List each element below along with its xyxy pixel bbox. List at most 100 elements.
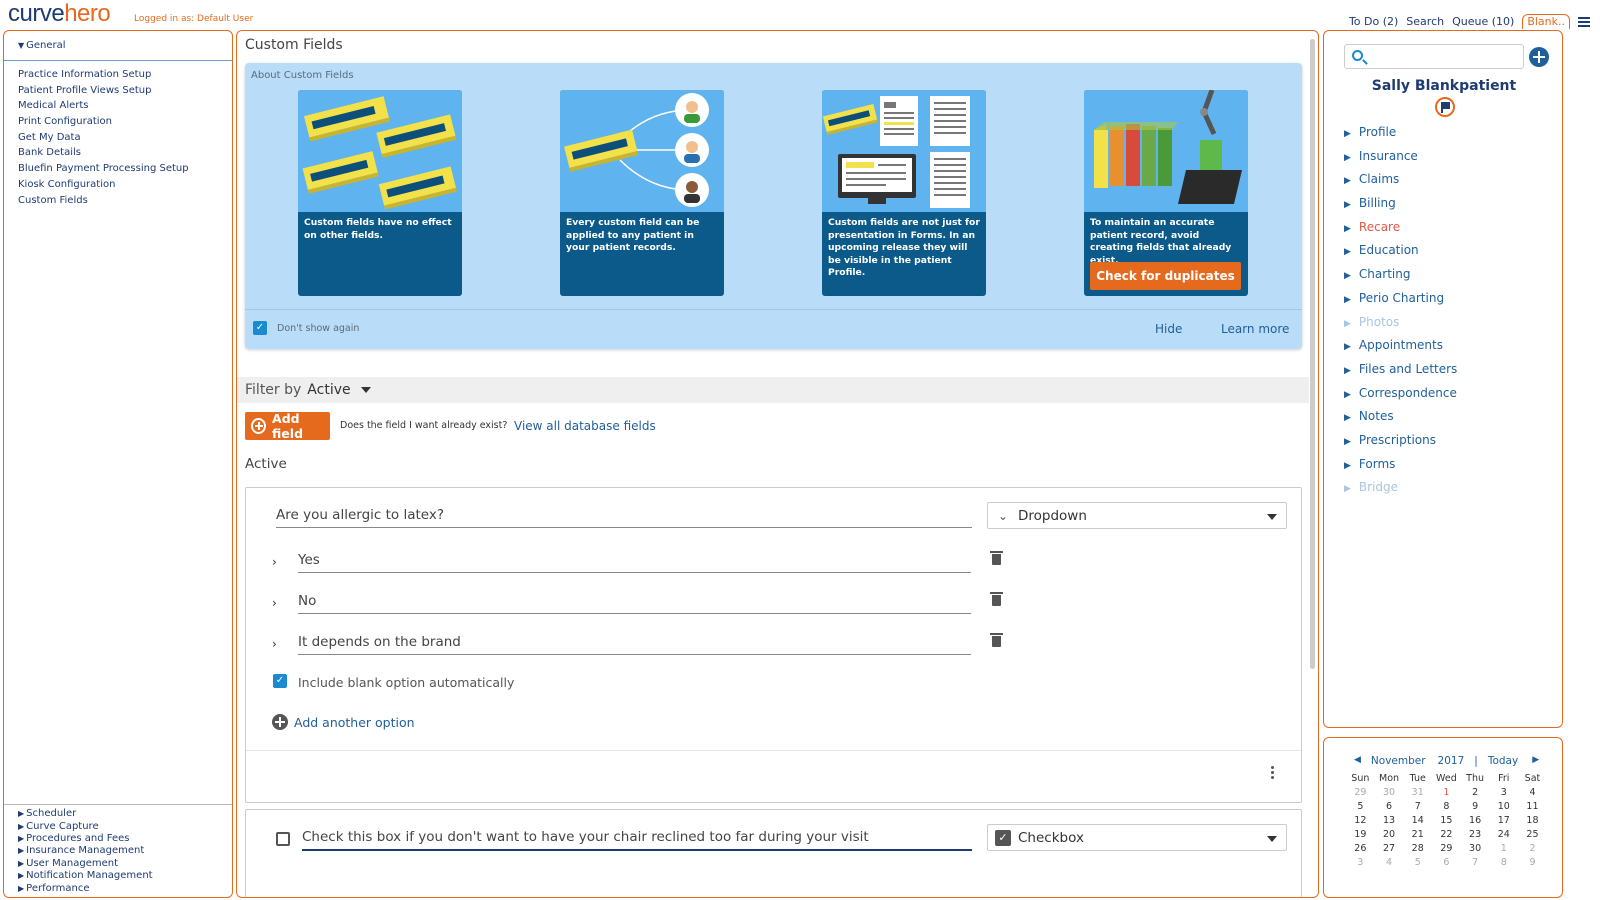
calendar-day[interactable]: 23 <box>1461 829 1490 843</box>
patient-name[interactable]: Sally Blankpatient <box>1324 78 1564 94</box>
patient-nav-item[interactable]: ▶ Forms <box>1344 457 1457 481</box>
calendar-day[interactable]: 8 <box>1489 857 1518 871</box>
chevron-right-icon[interactable]: › <box>272 596 277 610</box>
calendar-day[interactable]: 6 <box>1432 857 1461 871</box>
menu-icon[interactable] <box>1578 16 1590 27</box>
sidebar-section[interactable]: ▶ Notification Management <box>18 870 232 882</box>
learn-more-link[interactable]: Learn more <box>1221 322 1289 336</box>
calendar-day[interactable]: 28 <box>1403 843 1432 857</box>
patient-nav-item[interactable]: ▶ Correspondence <box>1344 386 1457 410</box>
calendar-day[interactable]: 29 <box>1346 787 1375 801</box>
sidebar-item[interactable]: Get My Data <box>18 130 232 146</box>
sidebar-item[interactable]: Bluefin Payment Processing Setup <box>18 161 232 177</box>
patient-nav-item[interactable]: ▶ Appointments <box>1344 338 1457 362</box>
today-link[interactable]: Today <box>1488 755 1518 767</box>
trash-icon[interactable] <box>990 551 1003 565</box>
calendar-day[interactable]: 8 <box>1432 801 1461 815</box>
calendar-day[interactable]: 7 <box>1403 801 1432 815</box>
sidebar-section[interactable]: ▶ User Management <box>18 858 232 870</box>
field-type-select[interactable]: ✓ Checkbox <box>987 824 1287 851</box>
sidebar-section[interactable]: ▶ Scheduler <box>18 808 232 820</box>
hide-link[interactable]: Hide <box>1155 322 1182 336</box>
calendar-day[interactable]: 29 <box>1432 843 1461 857</box>
include-blank-checkbox[interactable]: ✓ <box>273 674 287 688</box>
calendar-day[interactable]: 26 <box>1346 843 1375 857</box>
app-logo[interactable]: curvehero <box>8 0 111 28</box>
calendar-day[interactable]: 1 <box>1432 787 1461 801</box>
patient-nav-item[interactable]: ▶ Profile <box>1344 125 1457 149</box>
next-month-icon[interactable]: ▶ <box>1532 755 1539 767</box>
caret-down-icon[interactable] <box>360 387 371 393</box>
trash-icon[interactable] <box>990 633 1003 647</box>
calendar-day[interactable]: 5 <box>1403 857 1432 871</box>
add-patient-icon[interactable] <box>1529 47 1549 67</box>
prev-month-icon[interactable]: ◀ <box>1354 755 1361 767</box>
option-input[interactable]: No <box>298 593 971 614</box>
sidebar-item[interactable]: Medical Alerts <box>18 98 232 114</box>
calendar-day[interactable]: 4 <box>1375 857 1404 871</box>
chevron-right-icon[interactable]: › <box>272 555 277 569</box>
calendar-day[interactable]: 5 <box>1346 801 1375 815</box>
calendar-day[interactable]: 7 <box>1461 857 1490 871</box>
option-input[interactable]: It depends on the brand <box>298 634 971 655</box>
calendar-day[interactable]: 20 <box>1375 829 1404 843</box>
sidebar-item[interactable]: Kiosk Configuration <box>18 177 232 193</box>
sidebar-section[interactable]: ▶ Insurance Management <box>18 845 232 857</box>
more-options-icon[interactable] <box>1271 766 1275 779</box>
sidebar-section[interactable]: ▶ Procedures and Fees <box>18 833 232 845</box>
calendar-day[interactable]: 30 <box>1375 787 1404 801</box>
patient-nav-item[interactable]: ▶ Notes <box>1344 409 1457 433</box>
calendar-day[interactable]: 25 <box>1518 829 1547 843</box>
calendar-day[interactable]: 31 <box>1403 787 1432 801</box>
calendar-day[interactable]: 30 <box>1461 843 1490 857</box>
calendar-day[interactable]: 9 <box>1461 801 1490 815</box>
patient-tab[interactable]: Blank.. <box>1522 14 1570 29</box>
patient-nav-item[interactable]: ▶ Files and Letters <box>1344 362 1457 386</box>
todo-link[interactable]: To Do (2) <box>1349 15 1398 28</box>
sidebar-section[interactable]: ▶ Curve Capture <box>18 821 232 833</box>
calendar-day[interactable]: 2 <box>1461 787 1490 801</box>
calendar-day[interactable]: 3 <box>1346 857 1375 871</box>
calendar-day[interactable]: 14 <box>1403 815 1432 829</box>
scrollbar[interactable] <box>1310 39 1315 669</box>
patient-nav-item[interactable]: ▶ Prescriptions <box>1344 433 1457 457</box>
calendar-month[interactable]: November <box>1371 755 1426 767</box>
sidebar-item[interactable]: Patient Profile Views Setup <box>18 83 232 99</box>
sidebar-item[interactable]: Print Configuration <box>18 114 232 130</box>
calendar-day[interactable]: 9 <box>1518 857 1547 871</box>
patient-nav-item[interactable]: ▶ Insurance <box>1344 149 1457 173</box>
option-input[interactable]: Yes <box>298 552 971 573</box>
calendar-day[interactable]: 4 <box>1518 787 1547 801</box>
calendar-day[interactable]: 2 <box>1518 843 1547 857</box>
calendar-day[interactable]: 22 <box>1432 829 1461 843</box>
dont-show-checkbox[interactable]: ✓ <box>253 321 267 335</box>
calendar-day[interactable]: 10 <box>1489 801 1518 815</box>
sidebar-item[interactable]: Custom Fields <box>18 193 232 209</box>
calendar-day[interactable]: 15 <box>1432 815 1461 829</box>
calendar-day[interactable]: 16 <box>1461 815 1490 829</box>
patient-nav-item[interactable]: ▶ Billing <box>1344 196 1457 220</box>
sidebar-section[interactable]: ▶ Performance <box>18 883 232 895</box>
flag-icon[interactable] <box>1435 97 1455 117</box>
field-question-input[interactable]: Are you allergic to latex? <box>276 507 972 528</box>
filter-select[interactable]: Active <box>307 382 350 398</box>
calendar-day[interactable]: 27 <box>1375 843 1404 857</box>
patient-nav-item[interactable]: ▶ Education <box>1344 243 1457 267</box>
calendar-day[interactable]: 17 <box>1489 815 1518 829</box>
calendar-day[interactable]: 24 <box>1489 829 1518 843</box>
calendar-day[interactable]: 1 <box>1489 843 1518 857</box>
sidebar-item[interactable]: Bank Details <box>18 145 232 161</box>
add-option-link[interactable]: Add another option <box>272 714 415 730</box>
add-field-button[interactable]: Add field <box>245 411 330 441</box>
patient-nav-item[interactable]: ▶ Perio Charting <box>1344 291 1457 315</box>
calendar-day[interactable]: 11 <box>1518 801 1547 815</box>
field-checkbox[interactable] <box>276 832 290 846</box>
patient-search-input[interactable] <box>1344 44 1524 69</box>
sidebar-header[interactable]: ▼ General <box>4 31 232 61</box>
calendar-day[interactable]: 6 <box>1375 801 1404 815</box>
calendar-year[interactable]: 2017 <box>1438 755 1465 767</box>
calendar-day[interactable]: 19 <box>1346 829 1375 843</box>
search-link[interactable]: Search <box>1406 15 1444 28</box>
patient-nav-item[interactable]: ▶ Recare <box>1344 220 1457 244</box>
patient-nav-item[interactable]: ▶ Charting <box>1344 267 1457 291</box>
